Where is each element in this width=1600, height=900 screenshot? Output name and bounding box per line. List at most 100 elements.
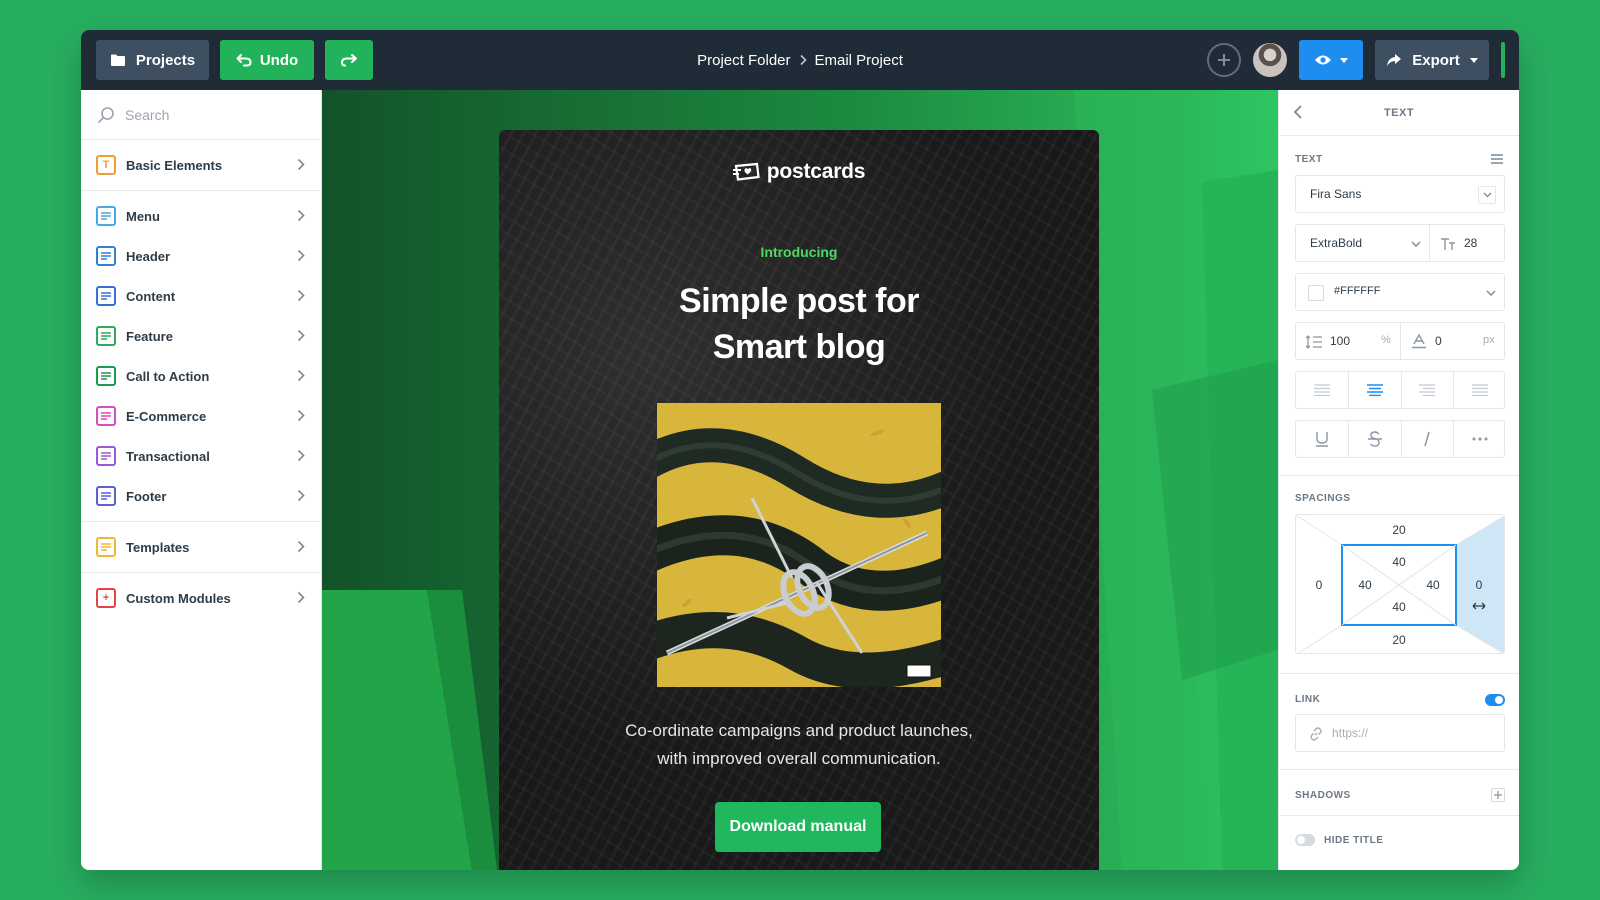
postcards-logo-icon (732, 162, 760, 181)
font-weight-value: ExtraBold (1310, 236, 1363, 250)
chevron-right-icon (799, 54, 807, 66)
spacing-inner-bottom[interactable]: 40 (1384, 600, 1414, 614)
link-url-input[interactable]: https:// (1295, 714, 1505, 752)
spacing-outer-bottom[interactable]: 20 (1384, 633, 1414, 647)
sidebar-item-header[interactable]: Header (81, 236, 321, 276)
plus-icon (1494, 791, 1502, 799)
footer-block-icon (96, 486, 116, 506)
text-block-icon: T (96, 155, 116, 175)
chevron-right-icon (297, 249, 305, 267)
avatar[interactable] (1253, 43, 1287, 77)
font-family-select[interactable]: Fira Sans (1295, 175, 1505, 213)
transaction-block-icon (96, 446, 116, 466)
strikethrough-button[interactable] (1349, 421, 1402, 457)
spacings-label: SPACINGS (1295, 493, 1351, 504)
align-right-button[interactable] (1401, 372, 1454, 408)
add-shadow-button[interactable] (1491, 788, 1505, 802)
spacing-outer-left[interactable]: 0 (1304, 578, 1334, 592)
sidebar-item-feature[interactable]: Feature (81, 316, 321, 356)
text-align-group (1295, 371, 1505, 409)
email-canvas[interactable]: postcards Introducing Simple post for Sm… (322, 90, 1278, 870)
sidebar-item-templates[interactable]: Templates (81, 527, 321, 567)
plus-icon (1218, 54, 1230, 66)
text-color-select[interactable]: #FFFFFF (1295, 273, 1505, 311)
more-options-button[interactable] (1454, 421, 1507, 457)
body-line-2: with improved overall communication. (657, 749, 941, 768)
sidebar-item-e-commerce[interactable]: E-Commerce (81, 396, 321, 436)
underline-button[interactable] (1296, 421, 1349, 457)
letter-spacing-input[interactable]: 0 px (1401, 323, 1504, 359)
chevron-down-icon (1486, 290, 1496, 296)
spacing-inner-right[interactable]: 40 (1418, 578, 1448, 592)
chevron-right-icon (297, 540, 305, 558)
back-chevron-icon[interactable] (1293, 104, 1303, 120)
email-preview[interactable]: postcards Introducing Simple post for Sm… (499, 130, 1099, 870)
chevron-right-icon (297, 489, 305, 507)
sidebar-item-label: Footer (126, 488, 167, 504)
line-height-input[interactable]: 100 % (1296, 323, 1400, 359)
share-arrow-icon (1387, 54, 1402, 66)
italic-button[interactable] (1401, 421, 1454, 457)
app-window: Projects Undo Project Folder Email Proje… (81, 30, 1519, 870)
divider (1279, 673, 1519, 674)
link-toggle[interactable] (1485, 694, 1505, 706)
sidebar-item-content[interactable]: Content (81, 276, 321, 316)
spacing-editor[interactable]: 20 20 0 0 40 40 40 40 (1295, 514, 1505, 654)
sidebar-item-basic-elements[interactable]: T Basic Elements (81, 145, 321, 185)
spacing-outer-right[interactable]: 0 (1464, 578, 1494, 592)
line-letter-spacing-row: 100 % 0 px (1295, 322, 1505, 360)
link-url-placeholder: https:// (1332, 726, 1369, 740)
eye-icon (1315, 55, 1331, 65)
sidebar-item-custom-modules[interactable]: + Custom Modules (81, 578, 321, 618)
caret-down-icon (1340, 57, 1348, 63)
blocks-sidebar: Search T Basic Elements Menu Header Content F… (81, 90, 322, 870)
text-section-label: TEXT (1295, 154, 1323, 165)
spacing-inner-left[interactable]: 40 (1350, 578, 1380, 592)
sidebar-item-transactional[interactable]: Transactional (81, 436, 321, 476)
chevron-right-icon (297, 409, 305, 427)
export-button[interactable]: Export (1375, 40, 1489, 80)
postcards-logo: postcards (499, 160, 1099, 184)
snake-barbed-wire-artwork (657, 403, 941, 687)
letter-spacing-value: 0 (1435, 334, 1442, 348)
sidebar-item-call-to-action[interactable]: Call to Action (81, 356, 321, 396)
spacing-outer-top[interactable]: 20 (1384, 523, 1414, 537)
align-center-button[interactable] (1349, 372, 1402, 408)
strikethrough-icon (1367, 431, 1382, 447)
line-height-unit: % (1381, 334, 1391, 346)
hide-title-toggle[interactable] (1295, 834, 1315, 846)
font-weight-select[interactable]: ExtraBold (1296, 225, 1429, 261)
templates-block-icon (96, 537, 116, 557)
download-manual-button[interactable]: Download manual (715, 802, 881, 852)
preview-button[interactable] (1299, 40, 1363, 80)
sidebar-item-label: Content (126, 288, 176, 304)
divider (1279, 475, 1519, 476)
align-center-icon (1366, 384, 1383, 396)
sidebar-item-label: Transactional (126, 448, 210, 464)
spacing-inner-top[interactable]: 40 (1384, 555, 1414, 569)
font-size-input[interactable]: 28 (1430, 225, 1504, 261)
content-block-icon (96, 286, 116, 306)
chevron-right-icon (297, 329, 305, 347)
sidebar-item-label: Templates (126, 539, 190, 555)
custom-module-icon: + (96, 588, 116, 608)
chevron-right-icon (297, 289, 305, 307)
sidebar-item-footer[interactable]: Footer (81, 476, 321, 516)
hamburger-menu-icon[interactable] (1491, 154, 1503, 164)
color-swatch (1308, 285, 1324, 301)
chevron-down-icon (1411, 241, 1421, 247)
breadcrumb-folder[interactable]: Project Folder (697, 52, 790, 69)
email-body-text[interactable]: Co-ordinate campaigns and product launch… (559, 717, 1039, 773)
sidebar-item-label: Custom Modules (126, 590, 231, 606)
font-weight-size-row: ExtraBold 28 (1295, 224, 1505, 262)
align-justify-button[interactable] (1454, 372, 1507, 408)
align-left-icon (1314, 384, 1331, 396)
align-left-button[interactable] (1296, 372, 1349, 408)
sidebar-item-label: Feature (126, 328, 173, 344)
sidebar-item-menu[interactable]: Menu (81, 196, 321, 236)
search-input[interactable]: Search (81, 90, 321, 140)
cta-block-icon (96, 366, 116, 386)
add-collaborator-button[interactable] (1207, 43, 1241, 77)
email-headline[interactable]: Simple post for Smart blog (499, 278, 1099, 370)
album-cover-image[interactable] (657, 403, 941, 687)
